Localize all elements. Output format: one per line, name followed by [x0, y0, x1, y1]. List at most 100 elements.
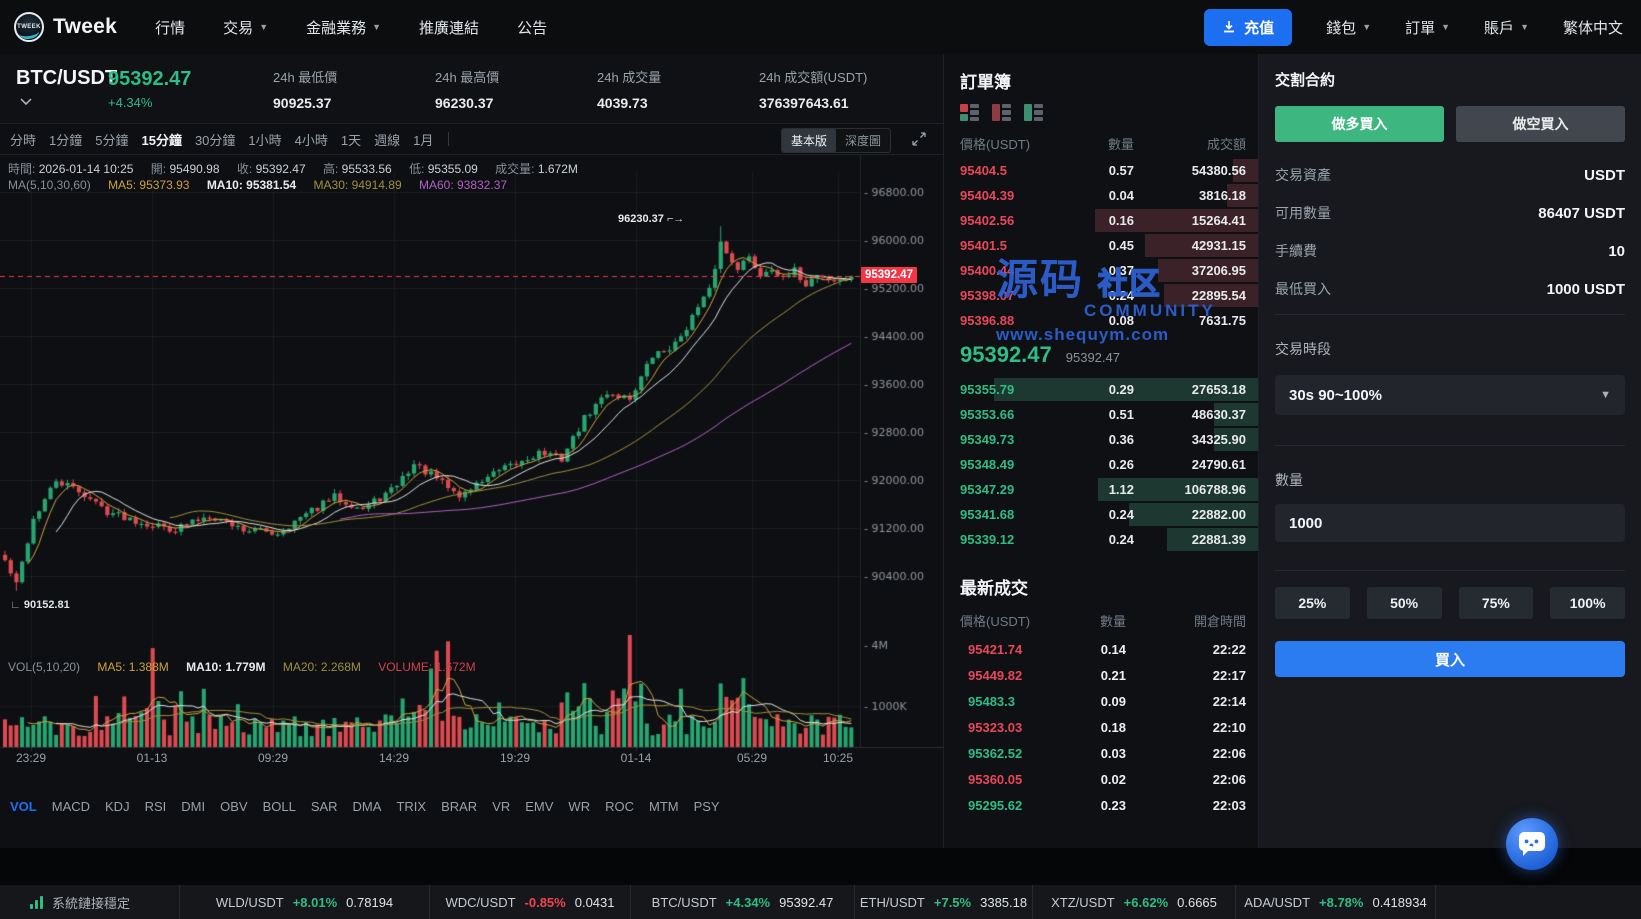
nav-item-行情[interactable]: 行情 [155, 17, 185, 38]
amount-input[interactable] [1275, 504, 1625, 542]
nav-item-金融業務[interactable]: 金融業務▼ [306, 17, 381, 38]
nav-item-label: 訂單 [1405, 17, 1435, 38]
nav-item-label: 賬戶 [1484, 17, 1514, 38]
nav-item-訂單[interactable]: 訂單 ▼ [1405, 17, 1450, 38]
indicator-tab-psy[interactable]: PSY [694, 799, 720, 814]
orderbook-view-both-icon[interactable] [960, 104, 979, 121]
ticker-price: 0.0431 [575, 895, 615, 910]
orderbook-row[interactable]: 95396.880.087631.75 [944, 308, 1258, 333]
indicator-tab-trix[interactable]: TRIX [396, 799, 426, 814]
indicator-tab-dma[interactable]: DMA [353, 799, 382, 814]
timeframe-1月[interactable]: 1月 [413, 130, 433, 149]
timeframe-分時[interactable]: 分時 [10, 130, 36, 149]
percent-button-75[interactable]: 75% [1459, 587, 1534, 619]
indicator-tab-mtm[interactable]: MTM [649, 799, 679, 814]
last-price-axis-tag: 95392.47 [861, 267, 917, 283]
chart-canvas[interactable] [0, 155, 943, 788]
orderbook-row[interactable]: 95400.440.3737206.95 [944, 258, 1258, 283]
orderbook-row[interactable]: 95355.790.2927653.18 [944, 377, 1258, 402]
chevron-down-icon[interactable] [20, 92, 108, 110]
percent-button-100[interactable]: 100% [1550, 587, 1625, 619]
orderbook-row[interactable]: 95349.730.3634325.90 [944, 427, 1258, 452]
indicator-tab-obv[interactable]: OBV [220, 799, 247, 814]
ticker-ETH/USDT[interactable]: ETH/USDT+7.5%3385.18 [855, 885, 1033, 919]
short-buy-button[interactable]: 做空買入 [1456, 106, 1625, 142]
percent-button-25[interactable]: 25% [1275, 587, 1350, 619]
timeframe-15分鐘[interactable]: 15分鐘 [141, 130, 181, 149]
stat-value: 4039.73 [597, 95, 759, 111]
chat-support-button[interactable]: ● ● ● [1506, 818, 1558, 870]
ticker-BTC/USDT[interactable]: BTC/USDT+4.34%95392.47 [631, 885, 855, 919]
orderbook-row[interactable]: 95339.120.2422881.39 [944, 527, 1258, 552]
period-select[interactable]: 30s 90~100% ▼ [1275, 375, 1625, 415]
indicator-tab-rsi[interactable]: RSI [145, 799, 167, 814]
timeframe-4小時[interactable]: 4小時 [295, 130, 328, 149]
indicator-tab-kdj[interactable]: KDJ [105, 799, 130, 814]
orderbook-row[interactable]: 95404.50.5754380.56 [944, 158, 1258, 183]
indicator-tab-emv[interactable]: EMV [525, 799, 553, 814]
fullscreen-icon[interactable] [911, 131, 927, 152]
timeframe-5分鐘[interactable]: 5分鐘 [95, 130, 128, 149]
percent-button-50[interactable]: 50% [1367, 587, 1442, 619]
ticker-cells: WLD/USDT+8.01%0.78194WDC/USDT-0.85%0.043… [180, 885, 1436, 919]
pair-symbol[interactable]: BTC/USDT [16, 67, 108, 90]
indicator-tab-vr[interactable]: VR [492, 799, 510, 814]
order-qty: 0.29 [1052, 382, 1134, 397]
x-axis-label: 23:29 [16, 751, 46, 765]
trade-price: 95421.74 [960, 642, 1056, 657]
nav-item-交易[interactable]: 交易▼ [223, 17, 268, 38]
timeframe-1小時[interactable]: 1小時 [248, 130, 281, 149]
orderbook-row[interactable]: 95341.680.2422882.00 [944, 502, 1258, 527]
orderbook-row[interactable]: 95353.660.5148630.37 [944, 402, 1258, 427]
stat-value: 90925.37 [273, 95, 435, 111]
stat-value: 96230.37 [435, 95, 597, 111]
chart-column: BTC/USDT 95392.47 +4.34% 24h 最低價90925.37… [0, 54, 943, 848]
caret-down-icon: ▼ [1441, 22, 1450, 32]
long-buy-button[interactable]: 做多買入 [1275, 106, 1444, 142]
timeframe-週線[interactable]: 週線 [374, 130, 400, 149]
indicator-tab-dmi[interactable]: DMI [181, 799, 205, 814]
orderbook-row[interactable]: 95348.490.2624790.61 [944, 452, 1258, 477]
ticker-WDC/USDT[interactable]: WDC/USDT-0.85%0.0431 [430, 885, 631, 919]
timeframe-1天[interactable]: 1天 [341, 130, 361, 149]
timeframe-1分鐘[interactable]: 1分鐘 [49, 130, 82, 149]
info-label: 最低買入 [1275, 279, 1331, 299]
nav-item-公告[interactable]: 公告 [517, 17, 547, 38]
language-selector[interactable]: 繁体中文 [1563, 17, 1623, 38]
trade-price: 95323.03 [960, 720, 1056, 735]
indicator-tab-roc[interactable]: ROC [605, 799, 634, 814]
trade-time: 22:10 [1126, 720, 1246, 735]
order-qty: 0.45 [1052, 238, 1134, 253]
orderbook-row[interactable]: 95401.50.4542931.15 [944, 233, 1258, 258]
indicator-tab-macd[interactable]: MACD [52, 799, 90, 814]
orderbook-view-asks-icon[interactable] [992, 104, 1011, 121]
orderbook-view-bids-icon[interactable] [1024, 104, 1043, 121]
indicator-tab-wr[interactable]: WR [568, 799, 590, 814]
indicator-tab-boll[interactable]: BOLL [263, 799, 296, 814]
order-amount: 22895.54 [1134, 288, 1246, 303]
deposit-button[interactable]: 充值 [1204, 9, 1292, 46]
orderbook-row[interactable]: 95404.390.043816.18 [944, 183, 1258, 208]
orderbook-row[interactable]: 95347.291.12106788.96 [944, 477, 1258, 502]
buy-button[interactable]: 買入 [1275, 641, 1625, 677]
timeframe-30分鐘[interactable]: 30分鐘 [195, 130, 235, 149]
nav-item-推廣連結[interactable]: 推廣連結 [419, 17, 479, 38]
view-tab-基本版[interactable]: 基本版 [782, 129, 836, 152]
nav-item-賬戶[interactable]: 賬戶▼ [1484, 17, 1529, 38]
orderbook-row[interactable]: 95402.560.1615264.41 [944, 208, 1258, 233]
order-qty: 0.04 [1052, 188, 1134, 203]
indicator-tab-sar[interactable]: SAR [311, 799, 338, 814]
indicator-tab-brar[interactable]: BRAR [441, 799, 477, 814]
order-price: 95400.44 [960, 263, 1052, 278]
view-tab-深度圖[interactable]: 深度圖 [836, 129, 890, 152]
brand[interactable]: TWEEK Tweek [14, 12, 117, 42]
ticker-XTZ/USDT[interactable]: XTZ/USDT+6.62%0.6665 [1033, 885, 1236, 919]
indicator-tab-vol[interactable]: VOL [10, 799, 37, 814]
x-axis-label: 14:29 [379, 751, 409, 765]
orderbook-header: 價格(USDT) 數量 成交額 [944, 134, 1258, 153]
nav-item-錢包[interactable]: 錢包▼ [1326, 17, 1371, 38]
ticker-WLD/USDT[interactable]: WLD/USDT+8.01%0.78194 [180, 885, 430, 919]
ticker-ADA/USDT[interactable]: ADA/USDT+8.78%0.418934 [1236, 885, 1436, 919]
info-label: 可用數量 [1275, 203, 1331, 223]
orderbook-row[interactable]: 95398.070.2422895.54 [944, 283, 1258, 308]
